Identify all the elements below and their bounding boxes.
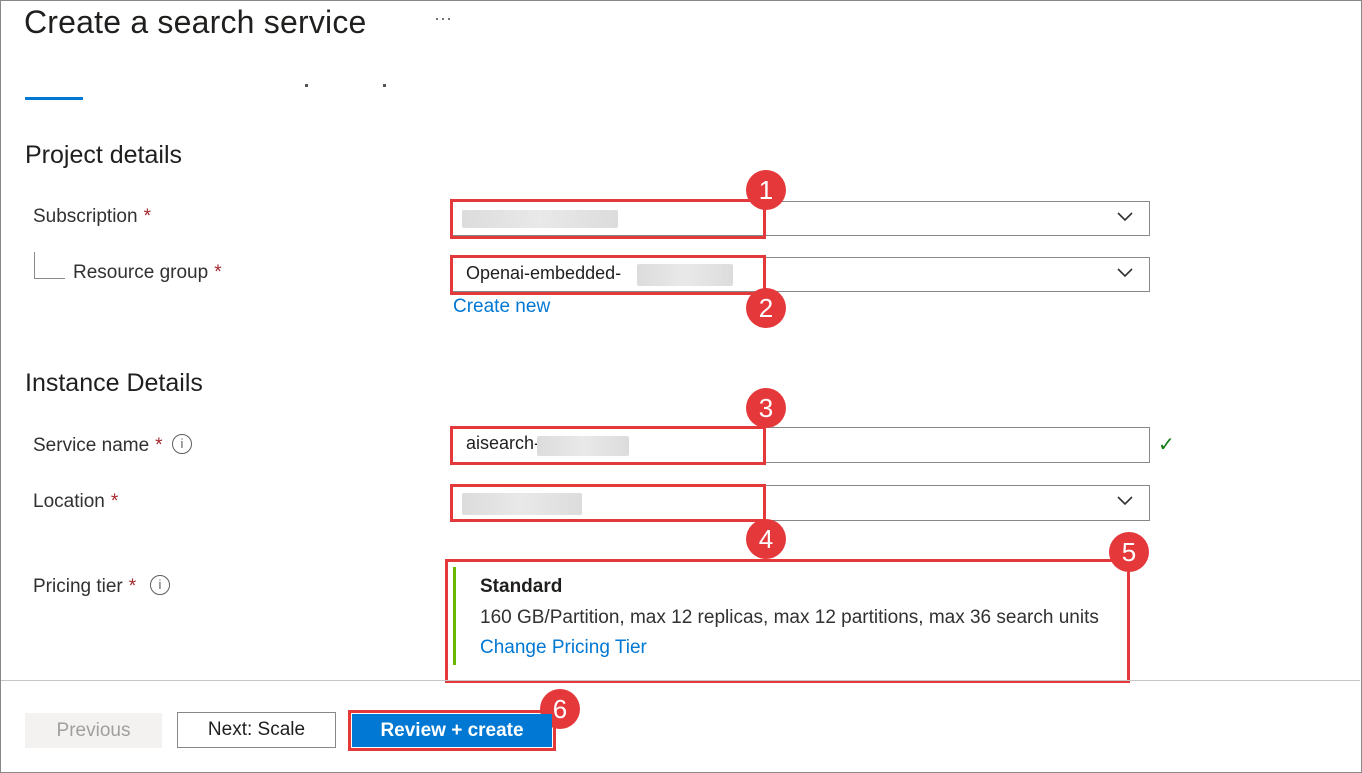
review-create-button[interactable]: Review + create	[352, 714, 552, 747]
annotation-box-5	[445, 559, 1130, 683]
required-marker: *	[110, 491, 119, 512]
annotation-box-1	[450, 199, 766, 239]
required-marker: *	[143, 206, 151, 227]
create-new-link[interactable]: Create new	[453, 296, 550, 318]
chevron-down-icon	[1117, 496, 1133, 506]
tab-fragment	[305, 84, 308, 87]
tree-connector	[34, 252, 65, 279]
footer-divider	[1, 680, 1360, 681]
annotation-box-3	[450, 426, 766, 465]
annotation-box-4	[450, 484, 766, 522]
chevron-down-icon	[1117, 212, 1133, 222]
callout-badge-1: 1	[746, 170, 786, 210]
callout-badge-4: 4	[746, 519, 786, 559]
callout-badge-3: 3	[746, 388, 786, 428]
location-label: Location *	[33, 491, 119, 512]
callout-badge-2: 2	[746, 288, 786, 328]
info-icon[interactable]: i	[172, 434, 192, 454]
callout-badge-5: 5	[1109, 532, 1149, 572]
subscription-label: Subscription *	[33, 206, 151, 227]
chevron-down-icon	[1117, 268, 1133, 278]
active-tab-indicator	[25, 97, 83, 100]
pricing-tier-label: Pricing tier *	[33, 576, 137, 597]
previous-button[interactable]: Previous	[25, 713, 162, 748]
page-title: Create a search service	[24, 4, 367, 40]
project-details-heading: Project details	[25, 141, 183, 169]
more-options-button[interactable]: ···	[434, 8, 452, 29]
info-icon[interactable]: i	[150, 575, 170, 595]
next-scale-button[interactable]: Next: Scale	[177, 712, 336, 748]
required-marker: *	[214, 262, 222, 283]
resource-group-label: Resource group *	[73, 262, 222, 283]
tab-fragment	[383, 84, 386, 87]
annotation-box-2	[450, 255, 766, 295]
service-name-label: Service name *	[33, 435, 163, 456]
instance-details-heading: Instance Details	[25, 369, 203, 397]
required-marker: *	[155, 435, 163, 456]
valid-check-icon: ✓	[1158, 434, 1175, 456]
required-marker: *	[128, 576, 137, 597]
